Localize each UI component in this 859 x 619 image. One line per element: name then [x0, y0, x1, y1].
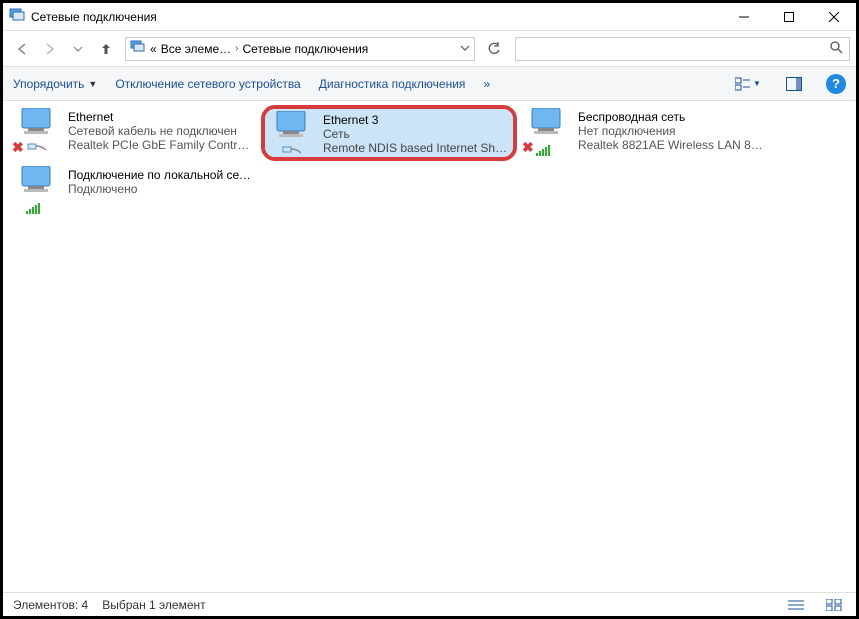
back-button[interactable] [9, 36, 35, 62]
connection-device: Realtek PCIe GbE Family Controller [68, 138, 254, 152]
item-count: Элементов: 4 [13, 598, 88, 612]
organize-menu[interactable]: Упорядочить▼ [13, 77, 97, 91]
disable-device-button[interactable]: Отключение сетевого устройства [115, 77, 300, 91]
details-view-button[interactable] [784, 596, 808, 614]
app-icon [9, 7, 25, 26]
breadcrumb-current[interactable]: Сетевые подключения [243, 42, 369, 56]
large-icons-view-button[interactable] [822, 596, 846, 614]
location-icon [130, 39, 146, 58]
statusbar: Элементов: 4 Выбран 1 элемент [3, 592, 856, 616]
connection-name: Подключение по локальной сети* 2 [68, 168, 254, 182]
chevron-right-icon[interactable]: › [235, 43, 238, 54]
connection-status: Сеть [323, 127, 509, 141]
search-icon [829, 40, 843, 57]
network-adapter-icon [14, 166, 62, 214]
connection-item[interactable]: Подключение по локальной сети* 2 Подключ… [9, 163, 259, 215]
diagnose-button[interactable]: Диагностика подключения [319, 77, 466, 91]
window-title: Сетевые подключения [31, 10, 157, 24]
preview-pane-button[interactable] [780, 73, 808, 95]
connection-item-selected[interactable]: Ethernet 3 Сеть Remote NDIS based Intern… [261, 105, 517, 161]
network-adapter-icon [269, 111, 317, 159]
forward-button[interactable] [37, 36, 63, 62]
connection-status: Подключено [68, 182, 254, 196]
connection-name: Ethernet [68, 110, 254, 124]
breadcrumb-root[interactable]: Все элеме… [161, 42, 231, 56]
connection-device: Remote NDIS based Internet Shari… [323, 141, 509, 155]
titlebar: Сетевые подключения [3, 3, 856, 31]
address-bar[interactable]: « Все элеме… › Сетевые подключения [125, 37, 475, 61]
connection-status: Нет подключения [578, 124, 764, 138]
connection-status: Сетевой кабель не подключен [68, 124, 254, 138]
network-adapter-icon: ✖ [14, 108, 62, 156]
cable-icon [26, 141, 50, 156]
cable-icon [281, 144, 305, 159]
close-button[interactable] [811, 3, 856, 31]
address-dropdown-icon[interactable] [460, 42, 470, 56]
network-adapter-icon: ✖ [524, 108, 572, 156]
up-button[interactable] [93, 36, 119, 62]
connection-item[interactable]: ✖ Ethernet Сетевой кабель не подключен R… [9, 105, 259, 157]
command-bar: Упорядочить▼ Отключение сетевого устройс… [3, 67, 856, 101]
minimize-button[interactable] [721, 3, 766, 31]
recent-dropdown[interactable] [65, 36, 91, 62]
view-options-button[interactable]: ▼ [734, 73, 762, 95]
refresh-button[interactable] [481, 37, 507, 61]
connection-item[interactable]: ✖ Беспроводная сеть Нет подключения Real… [519, 105, 769, 157]
selection-count: Выбран 1 элемент [102, 598, 205, 612]
disconnected-x-icon: ✖ [522, 139, 534, 156]
wifi-bars-icon [26, 202, 40, 214]
window: Сетевые подключения « Все элеме… › Сетев… [0, 0, 859, 619]
content-area: ✖ Ethernet Сетевой кабель не подключен R… [3, 101, 856, 592]
breadcrumb-prefix: « [150, 42, 157, 56]
disconnected-x-icon: ✖ [12, 139, 24, 156]
connection-name: Ethernet 3 [323, 113, 509, 127]
search-input[interactable] [515, 37, 850, 61]
navbar: « Все элеме… › Сетевые подключения [3, 31, 856, 67]
wifi-bars-icon [536, 144, 550, 156]
connection-device: Realtek 8821AE Wireless LAN 802.… [578, 138, 764, 152]
more-commands[interactable]: » [483, 77, 490, 91]
connection-name: Беспроводная сеть [578, 110, 764, 124]
maximize-button[interactable] [766, 3, 811, 31]
help-button[interactable]: ? [826, 74, 846, 94]
